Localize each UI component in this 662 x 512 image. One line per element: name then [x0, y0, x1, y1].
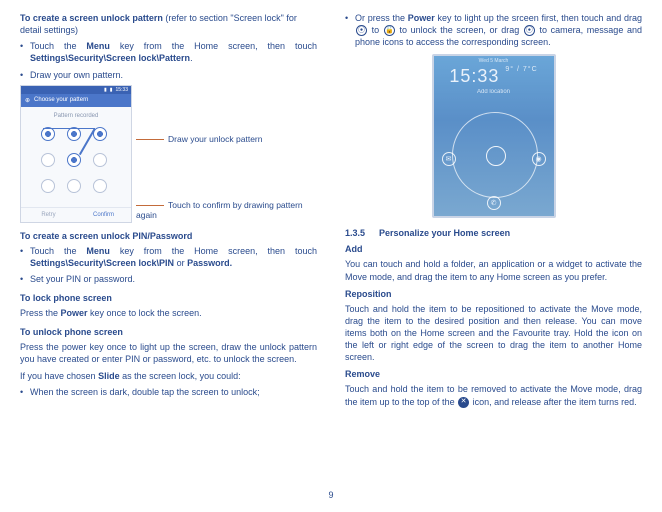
- section-number: 1.3.5: [345, 228, 365, 238]
- bullet-list-3: When the screen is dark, double tap the …: [20, 386, 317, 398]
- section-title: Personalize your Home screen: [379, 228, 510, 238]
- lockscreen-mock-wrap: Wed 5 March 15:33 9° / 7°C Add location …: [345, 54, 642, 218]
- pattern-mock-wrap: ▮ ▮ 15:33 ⊕ Choose your pattern Pattern …: [20, 85, 317, 223]
- message-icon: ✉: [442, 152, 456, 166]
- pattern-mock: ▮ ▮ 15:33 ⊕ Choose your pattern Pattern …: [20, 85, 132, 223]
- para-unlock: Press the power key once to light up the…: [20, 341, 317, 365]
- page-number: 9: [0, 490, 662, 500]
- mock-time: 15:33: [115, 87, 128, 93]
- para-lock: Press the Power key once to lock the scr…: [20, 307, 317, 319]
- para-add: You can touch and hold a folder, an appl…: [345, 258, 642, 282]
- mock-statusbar: ▮ ▮ 15:33: [21, 86, 131, 94]
- bullet-list-right: Or press the Power key to light up the s…: [345, 12, 642, 48]
- leader-line: [136, 139, 164, 140]
- para-slide: If you have chosen Slide as the screen l…: [20, 370, 317, 382]
- camera-icon: ◉: [532, 152, 546, 166]
- bullet-or-press: Or press the Power key to light up the s…: [345, 12, 642, 48]
- sub-remove: Remove: [345, 369, 642, 379]
- pattern-dot: [41, 153, 55, 167]
- retry-button: Retry: [21, 208, 76, 222]
- lock-center-icon: ⦿: [356, 25, 367, 36]
- intro-bold: To create a screen unlock pattern: [20, 13, 163, 23]
- bullet-set-pin: Set your PIN or password.: [20, 273, 317, 285]
- annot-confirm: Touch to confirm by drawing pattern agai…: [136, 200, 317, 220]
- heading-unlock: To unlock phone screen: [20, 327, 317, 337]
- remove-icon: ✕: [458, 397, 469, 408]
- confirm-button: Confirm: [76, 208, 131, 222]
- lock-center-icon: ⦿: [524, 25, 535, 36]
- heading-pin: To create a screen unlock PIN/Password: [20, 231, 317, 241]
- bullet-touch-menu-pin: Touch the Menu key from the Home screen,…: [20, 245, 317, 269]
- bullet-touch-menu: Touch the Menu key from the Home screen,…: [20, 40, 317, 64]
- signal-icon: ▮: [104, 87, 107, 93]
- pattern-annotations: Draw your unlock pattern Touch to confir…: [132, 85, 317, 223]
- pattern-line: [43, 128, 95, 130]
- unlock-icon: 🔓: [384, 25, 395, 36]
- battery-icon: ▮: [110, 87, 113, 93]
- heading-lock: To lock phone screen: [20, 293, 317, 303]
- intro-line: To create a screen unlock pattern (refer…: [20, 12, 317, 36]
- back-icon: ⊕: [25, 97, 30, 104]
- para-reposition: Touch and hold the item to be reposition…: [345, 303, 642, 364]
- pattern-dot: [67, 179, 81, 193]
- pattern-dot: [93, 153, 107, 167]
- lockscreen-mock: Wed 5 March 15:33 9° / 7°C Add location …: [432, 54, 556, 218]
- lock-time: 15:33 9° / 7°C: [434, 66, 554, 87]
- bullet-double-tap: When the screen is dark, double tap the …: [20, 386, 317, 398]
- pattern-dot: [93, 179, 107, 193]
- leader-line: [136, 205, 164, 206]
- lock-addloc: Add location: [434, 89, 554, 95]
- left-column: To create a screen unlock pattern (refer…: [20, 12, 317, 486]
- sub-reposition: Reposition: [345, 289, 642, 299]
- lock-weather: 9° / 7°C: [505, 66, 537, 73]
- mock-caption: Pattern recorded: [21, 107, 131, 121]
- para-remove: Touch and hold the item to be removed to…: [345, 383, 642, 407]
- sub-add: Add: [345, 244, 642, 254]
- pattern-grid: [21, 121, 131, 207]
- section-heading: 1.3.5 Personalize your Home screen: [345, 228, 642, 238]
- page: To create a screen unlock pattern (refer…: [0, 0, 662, 490]
- bullet-draw-pattern: Draw your own pattern.: [20, 69, 317, 81]
- pattern-dot: [41, 179, 55, 193]
- bullet-list-2: Touch the Menu key from the Home screen,…: [20, 245, 317, 285]
- mock-header-text: Choose your pattern: [34, 97, 88, 103]
- lock-ring: [452, 112, 538, 198]
- annot-draw: Draw your unlock pattern: [136, 134, 317, 144]
- bullet-list-1: Touch the Menu key from the Home screen,…: [20, 40, 317, 80]
- pattern-line: [79, 128, 95, 155]
- lock-status: Wed 5 March: [434, 56, 554, 64]
- mock-footer: Retry Confirm: [21, 207, 131, 222]
- right-column: Or press the Power key to light up the s…: [345, 12, 642, 486]
- pattern-dot: [67, 153, 81, 167]
- mock-header: ⊕ Choose your pattern: [21, 94, 131, 107]
- phone-icon: ✆: [487, 196, 501, 210]
